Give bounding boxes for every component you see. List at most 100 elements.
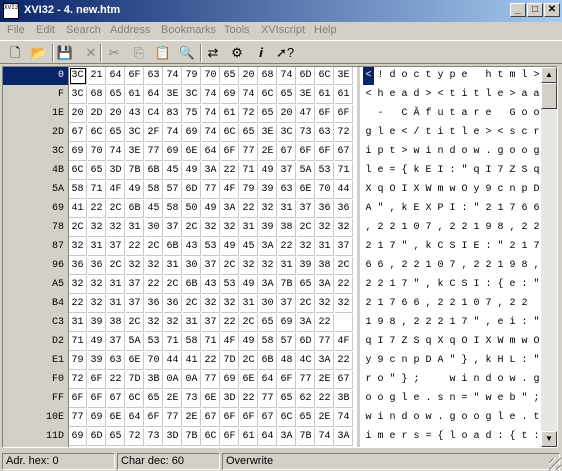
cut-icon[interactable]: ✂ (104, 43, 124, 63)
paste-icon[interactable]: 📋 (153, 43, 173, 63)
text-char-cell[interactable]: / (411, 124, 422, 142)
text-char-cell[interactable]: o (495, 371, 506, 389)
hex-byte-cell[interactable]: 31 (107, 276, 125, 294)
text-char-cell[interactable]: d (447, 143, 458, 161)
hex-byte-cell[interactable]: 2C (240, 314, 258, 332)
hex-byte-cell[interactable]: 6D (297, 67, 315, 85)
text-char-cell[interactable]: d (483, 428, 494, 446)
text-char-cell[interactable]: k (423, 238, 434, 256)
hex-byte-cell[interactable]: 37 (202, 314, 220, 332)
text-char-cell[interactable]: i (375, 409, 386, 427)
text-char-cell[interactable]: 1 (447, 314, 458, 332)
hex-byte-cell[interactable]: 64 (259, 371, 277, 389)
text-char-cell[interactable]: o (363, 390, 374, 408)
text-char-cell[interactable]: 0 (471, 295, 482, 313)
hex-byte-cell[interactable]: 6F (69, 390, 87, 408)
text-char-cell[interactable]: 1 (495, 200, 506, 218)
text-char-cell[interactable]: y (435, 67, 446, 85)
text-char-cell[interactable]: O (459, 181, 470, 199)
hex-byte-cell[interactable]: 32 (145, 314, 163, 332)
hex-byte-cell[interactable]: 67 (335, 371, 353, 389)
open-folder-icon[interactable]: 📂 (29, 43, 49, 63)
hex-byte-cell[interactable]: 49 (126, 181, 144, 199)
text-char-cell[interactable]: ! (375, 67, 386, 85)
text-char-cell[interactable]: 1 (459, 295, 470, 313)
hex-byte-cell[interactable]: 71 (164, 333, 182, 351)
text-char-cell[interactable]: Z (507, 162, 518, 180)
text-char-cell[interactable] (387, 105, 398, 123)
text-char-cell[interactable]: 2 (507, 295, 518, 313)
hex-byte-cell[interactable]: 61 (221, 105, 239, 123)
text-char-cell[interactable]: 0 (435, 257, 446, 275)
hex-byte-cell[interactable]: 6F (278, 371, 296, 389)
text-char-cell[interactable]: i (435, 124, 446, 142)
hex-byte-cell[interactable]: 69 (69, 143, 87, 161)
text-char-cell[interactable]: g (363, 124, 374, 142)
hex-byte-cell[interactable]: 37 (164, 219, 182, 237)
text-char-cell[interactable]: I (447, 200, 458, 218)
text-char-cell[interactable]: l (459, 124, 470, 142)
hex-byte-cell[interactable]: 6F (221, 409, 239, 427)
text-char-cell[interactable]: = (423, 428, 434, 446)
hex-byte-cell[interactable]: 37 (107, 238, 125, 256)
text-char-cell[interactable]: w (363, 409, 374, 427)
hex-byte-cell[interactable]: 22 (202, 352, 220, 370)
hex-byte-cell[interactable]: 37 (126, 276, 144, 294)
text-char-cell[interactable]: e (507, 276, 518, 294)
text-char-cell[interactable]: 2 (411, 257, 422, 275)
hex-byte-cell[interactable]: 31 (88, 238, 106, 256)
text-char-cell[interactable]: " (375, 200, 386, 218)
hex-byte-cell[interactable]: 30 (183, 257, 201, 275)
hex-byte-cell[interactable]: 31 (69, 314, 87, 332)
hex-byte-cell[interactable]: 31 (164, 257, 182, 275)
hex-byte-cell[interactable]: 61 (240, 428, 258, 446)
vertical-scrollbar[interactable]: ▲ ▼ (541, 67, 557, 447)
hex-byte-cell[interactable]: 31 (278, 257, 296, 275)
new-file-icon[interactable]: 🗋 (5, 43, 25, 63)
hex-byte-cell[interactable]: 37 (202, 257, 220, 275)
text-char-cell[interactable]: 8 (495, 219, 506, 237)
hex-byte-cell[interactable]: 6D (297, 333, 315, 351)
hex-byte-cell[interactable]: 77 (164, 409, 182, 427)
hex-byte-cell[interactable]: 32 (69, 238, 87, 256)
text-char-cell[interactable]: > (507, 86, 518, 104)
info-icon[interactable]: 𝒊 (251, 43, 271, 63)
hex-byte-cell[interactable]: 22 (221, 162, 239, 180)
text-char-cell[interactable]: : (495, 428, 506, 446)
text-char-cell[interactable]: O (387, 181, 398, 199)
text-char-cell[interactable]: l (363, 162, 374, 180)
text-char-cell[interactable]: 1 (363, 314, 374, 332)
text-char-cell[interactable]: { (507, 428, 518, 446)
text-char-cell[interactable]: n (387, 409, 398, 427)
maximize-button[interactable]: □ (527, 3, 543, 17)
resize-grip[interactable] (549, 458, 561, 470)
hex-byte-cell[interactable]: 5A (126, 333, 144, 351)
text-char-cell[interactable]: ; (411, 371, 422, 389)
text-char-cell[interactable]: p (519, 181, 530, 199)
hex-byte-cell[interactable]: 53 (221, 276, 239, 294)
hex-byte-cell[interactable]: 58 (164, 200, 182, 218)
text-char-cell[interactable]: o (459, 409, 470, 427)
context-help-icon[interactable]: ➚? (275, 43, 295, 63)
hex-byte-cell[interactable]: 20 (278, 105, 296, 123)
hex-byte-cell[interactable]: 70 (145, 352, 163, 370)
hex-byte-cell[interactable]: 77 (202, 181, 220, 199)
hex-byte-cell[interactable]: 45 (145, 200, 163, 218)
text-char-cell[interactable]: 7 (387, 333, 398, 351)
copy-icon[interactable]: ⎘ (129, 43, 149, 63)
hex-byte-cell[interactable]: 72 (126, 428, 144, 446)
text-char-cell[interactable]: 6 (375, 257, 386, 275)
text-char-cell[interactable]: w (483, 390, 494, 408)
hex-byte-cell[interactable]: 6E (107, 409, 125, 427)
hex-byte-cell[interactable]: 63 (316, 124, 334, 142)
text-char-cell[interactable]: p (375, 143, 386, 161)
text-char-cell[interactable]: 2 (375, 219, 386, 237)
text-char-cell[interactable]: I (399, 181, 410, 199)
hex-byte-cell[interactable]: 0A (164, 371, 182, 389)
settings-icon[interactable]: ⚙ (227, 43, 247, 63)
text-char-cell[interactable]: S (447, 238, 458, 256)
hex-byte-cell[interactable]: 22 (69, 295, 87, 313)
hex-byte-cell[interactable]: 22 (88, 200, 106, 218)
text-char-cell[interactable]: W (423, 181, 434, 199)
text-char-cell[interactable]: 2 (447, 219, 458, 237)
